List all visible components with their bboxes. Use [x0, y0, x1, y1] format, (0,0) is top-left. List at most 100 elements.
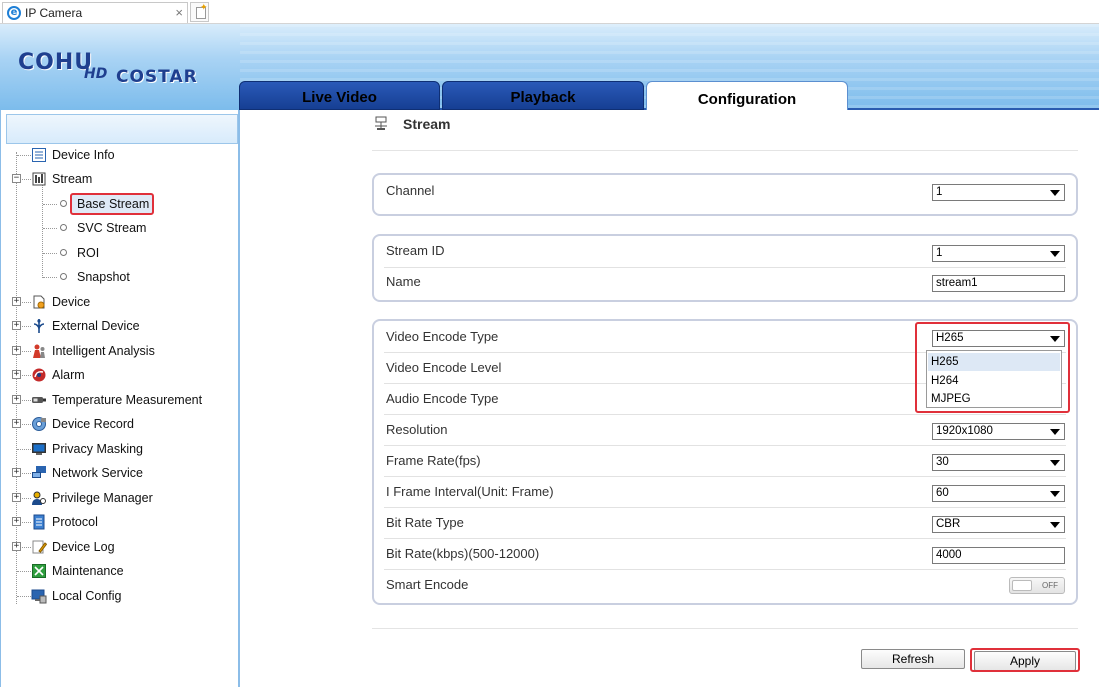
expand-icon[interactable]: + [12, 297, 21, 306]
name-row: Name stream1 [384, 268, 1066, 299]
sidebar-item-label: Maintenance [52, 564, 124, 578]
sidebar-item-label: Device Record [52, 417, 134, 431]
bullet-icon [60, 224, 67, 231]
device-record-icon [32, 417, 46, 431]
channel-select[interactable]: 1 [932, 184, 1065, 201]
sidebar-item-label: Stream [52, 172, 93, 186]
external-device-icon [33, 319, 45, 333]
sidebar-item-label: Base Stream [77, 197, 150, 211]
privacy-masking-icon [32, 443, 46, 455]
bullet-icon [60, 200, 67, 207]
apply-highlight-box [970, 648, 1080, 672]
tab-configuration-label: Configuration [697, 91, 797, 108]
audio-encode-type-label: Audio Encode Type [386, 391, 499, 406]
sidebar-item-base-stream[interactable]: Base Stream [1, 193, 239, 215]
video-encode-level-label: Video Encode Level [386, 360, 502, 375]
bullet-icon [60, 249, 67, 256]
logo-text-cohu: COHU [18, 50, 94, 75]
i-frame-interval-select[interactable]: 60 [932, 485, 1065, 502]
stream-id-panel: Stream ID 1 Name stream1 [372, 234, 1078, 302]
resolution-label: Resolution [386, 422, 448, 437]
video-encode-type-label: Video Encode Type [386, 329, 499, 344]
close-tab-icon[interactable]: × [175, 5, 183, 20]
logo-text-hd: HD [84, 66, 108, 82]
stream-id-label: Stream ID [386, 243, 445, 258]
logo-text-costar: COSTAR [116, 67, 198, 87]
smart-encode-label: Smart Encode [386, 577, 469, 592]
expand-icon[interactable]: + [12, 419, 21, 428]
sidebar-item-label: Device [52, 295, 91, 309]
sidebar-item-label: Local Config [52, 589, 122, 603]
page-title: Stream [373, 116, 450, 132]
frame-rate-label: Frame Rate(fps) [386, 453, 481, 468]
device-info-icon [32, 148, 46, 162]
sidebar-item-label: Temperature Measurement [52, 393, 203, 407]
expand-icon[interactable]: + [12, 468, 21, 477]
privilege-manager-icon [32, 491, 46, 505]
tab-playback-label: Playback [510, 89, 576, 106]
expand-icon[interactable]: + [12, 370, 21, 379]
tab-playback[interactable]: Playback [442, 81, 644, 110]
channel-panel: Channel 1 [372, 173, 1078, 216]
internet-explorer-icon: e [7, 6, 21, 20]
app-header: COHU HD COSTAR Live Video Playback Confi… [0, 24, 1099, 110]
expand-icon[interactable]: + [12, 321, 21, 330]
bit-rate-row: Bit Rate(kbps)(500-12000) 4000 [384, 539, 1066, 570]
expand-icon[interactable]: + [12, 346, 21, 355]
tab-configuration[interactable]: Configuration [646, 81, 848, 110]
smart-encode-toggle[interactable]: OFF [1009, 577, 1065, 594]
alarm-icon [32, 368, 46, 382]
i-frame-interval-row: I Frame Interval(Unit: Frame) 60 [384, 477, 1066, 508]
frame-rate-row: Frame Rate(fps) 30 [384, 446, 1066, 477]
refresh-button[interactable]: Refresh [861, 649, 965, 669]
name-input[interactable]: stream1 [932, 275, 1065, 292]
collapse-icon[interactable]: − [12, 174, 21, 183]
resolution-select[interactable]: 1920x1080 [932, 423, 1065, 440]
toggle-knob [1012, 580, 1032, 591]
expand-icon[interactable]: + [12, 542, 21, 551]
device-log-icon [32, 540, 47, 554]
network-service-icon [32, 466, 46, 478]
sidebar-item-label: ROI [77, 246, 100, 260]
encode-type-highlight-box [915, 322, 1070, 413]
bit-rate-input[interactable]: 4000 [932, 547, 1065, 564]
smart-encode-row: Smart Encode OFF [384, 570, 1066, 601]
tab-live-video[interactable]: Live Video [239, 81, 440, 110]
bit-rate-type-row: Bit Rate Type CBR [384, 508, 1066, 539]
device-icon [33, 295, 45, 309]
bit-rate-type-label: Bit Rate Type [386, 515, 464, 530]
stream-id-row: Stream ID 1 [384, 237, 1066, 268]
stream-icon [32, 172, 46, 186]
sidebar-header-bar [6, 114, 238, 144]
title-divider [372, 150, 1078, 151]
protocol-icon [33, 514, 45, 530]
stream-id-select[interactable]: 1 [932, 245, 1065, 262]
bullet-icon [60, 273, 67, 280]
sidebar-item-label: External Device [52, 319, 140, 333]
brand-logo: COHU HD COSTAR [18, 50, 228, 90]
sidebar-item-label: Device Info [52, 148, 115, 162]
sidebar-item-label: Privacy Masking [52, 442, 143, 456]
expand-icon[interactable]: + [12, 493, 21, 502]
new-tab-icon[interactable] [190, 2, 209, 22]
browser-tab[interactable]: e IP Camera × [2, 2, 188, 23]
resolution-row: Resolution 1920x1080 [384, 415, 1066, 446]
bit-rate-type-select[interactable]: CBR [932, 516, 1065, 533]
expand-icon[interactable]: + [12, 395, 21, 404]
intelligent-analysis-icon [33, 344, 45, 358]
smart-encode-state: OFF [1042, 581, 1058, 590]
sidebar-item-label: Intelligent Analysis [52, 344, 155, 358]
channel-row: Channel 1 [384, 179, 1066, 210]
name-label: Name [386, 274, 421, 289]
sidebar-item-label: Network Service [52, 466, 143, 480]
sidebar-item-label: SVC Stream [77, 221, 147, 235]
bit-rate-label: Bit Rate(kbps)(500-12000) [386, 546, 540, 561]
expand-icon[interactable]: + [12, 517, 21, 526]
sidebar-item-label: Snapshot [77, 270, 130, 284]
local-config-icon [31, 589, 47, 604]
browser-tab-title: IP Camera [25, 6, 83, 20]
frame-rate-select[interactable]: 30 [932, 454, 1065, 471]
tab-live-video-label: Live Video [302, 89, 377, 106]
bottom-divider [372, 628, 1078, 629]
browser-tab-strip: e IP Camera × [0, 0, 1099, 24]
